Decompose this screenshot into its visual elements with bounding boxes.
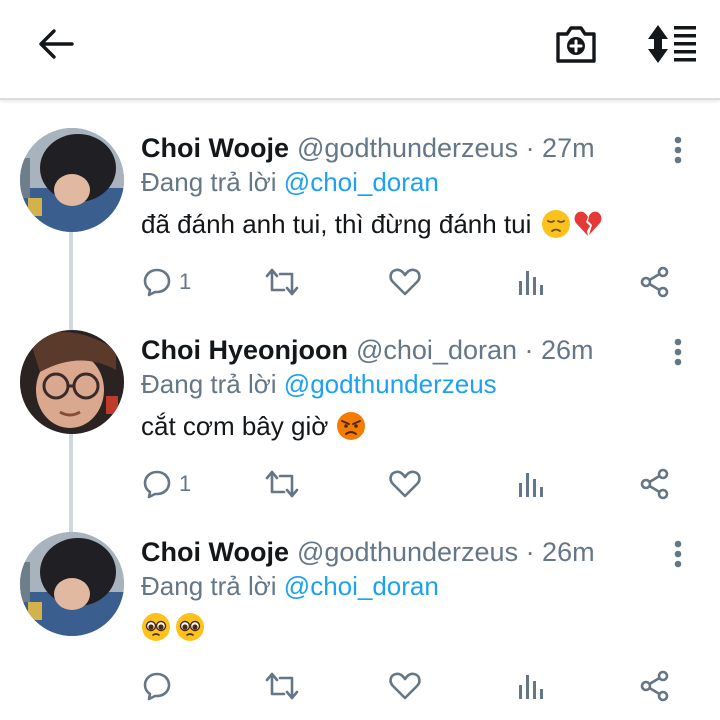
more-options-button[interactable] [668, 336, 688, 368]
more-options-button[interactable] [668, 134, 688, 166]
like-button[interactable] [389, 666, 421, 706]
share-button[interactable] [639, 666, 671, 706]
tweet-text: đã đánh anh tui, thì đừng đánh tui [141, 208, 603, 240]
reply-button[interactable] [141, 666, 173, 706]
comment-icon [143, 268, 171, 297]
analytics-bars-icon [519, 271, 543, 295]
replying-to: Đang trả lời @choi_doran [141, 570, 439, 602]
reply-count: 1 [179, 471, 192, 496]
retweet-icon [265, 470, 299, 498]
retweet-button[interactable] [264, 262, 300, 302]
author-name[interactable]: Choi Hyeonjoon [141, 335, 348, 365]
share-icon [640, 670, 669, 702]
tweet[interactable]: Choi Wooje @godthunderzeus · 26m Đang trả… [0, 510, 720, 712]
tweet[interactable]: Choi Hyeonjoon @choi_doran · 26m Đang trả… [0, 308, 720, 510]
author-name[interactable]: Choi Wooje [141, 537, 289, 567]
replying-to-label: Đang trả lời [141, 167, 277, 197]
camera-button[interactable] [550, 20, 602, 68]
heart-icon [389, 268, 421, 296]
comment-icon [143, 672, 171, 701]
reply-button[interactable]: 1 [141, 262, 191, 302]
retweet-icon [265, 672, 299, 700]
analytics-button[interactable] [517, 262, 545, 302]
replying-to: Đang trả lời @godthunderzeus [141, 368, 497, 400]
tweet-text [141, 612, 205, 642]
heart-icon [389, 672, 421, 700]
back-button[interactable] [30, 22, 82, 66]
analytics-button[interactable] [517, 464, 545, 504]
share-icon [640, 266, 669, 298]
tweet-header: Choi Wooje @godthunderzeus · 26m [141, 536, 595, 568]
reply-mention-link[interactable]: @choi_doran [284, 167, 439, 197]
reply-mention-link[interactable]: @godthunderzeus [284, 369, 497, 399]
tweet-text-content: đã đánh anh tui, thì đừng đánh tui [141, 209, 532, 239]
author-handle-time: @godthunderzeus · 26m [297, 537, 595, 567]
replying-to: Đang trả lời @choi_doran [141, 166, 439, 198]
replying-to-label: Đang trả lời [141, 571, 277, 601]
comment-icon [143, 470, 171, 499]
share-button[interactable] [639, 464, 671, 504]
replying-to-label: Đang trả lời [141, 369, 277, 399]
tweet-actions: 1 [0, 464, 720, 504]
heart-icon [389, 470, 421, 498]
like-button[interactable] [389, 464, 421, 504]
analytics-bars-icon [519, 473, 543, 497]
like-button[interactable] [389, 262, 421, 302]
tweet-header: Choi Wooje @godthunderzeus · 27m [141, 132, 595, 164]
sort-lines-icon [648, 25, 696, 63]
share-button[interactable] [639, 262, 671, 302]
tweet-actions: 1 [0, 262, 720, 302]
more-vertical-icon [674, 338, 682, 366]
retweet-button[interactable] [264, 464, 300, 504]
tweet[interactable]: Choi Wooje @godthunderzeus · 27m Đang trả… [0, 106, 720, 308]
camera-plus-icon [556, 26, 596, 63]
more-options-button[interactable] [668, 538, 688, 570]
pensive-face-emoji [542, 210, 571, 238]
reply-mention-link[interactable]: @choi_doran [284, 571, 439, 601]
reply-count: 1 [179, 269, 192, 294]
retweet-icon [265, 268, 299, 296]
author-name[interactable]: Choi Wooje [141, 133, 289, 163]
arrow-left-icon [39, 29, 74, 59]
sort-button[interactable] [642, 20, 702, 68]
more-vertical-icon [674, 136, 682, 164]
broken-heart-emoji [574, 211, 602, 236]
pleading-face-emoji [142, 613, 170, 641]
tweet-header: Choi Hyeonjoon @choi_doran · 26m [141, 334, 594, 366]
tweet-text: cắt cơm bây giờ [141, 410, 366, 442]
angry-face-emoji [337, 412, 366, 440]
pleading-face-emoji [176, 613, 204, 641]
top-app-bar [0, 0, 720, 100]
tweet-text-content: cắt cơm bây giờ [141, 411, 329, 441]
retweet-button[interactable] [264, 666, 300, 706]
avatar[interactable] [20, 330, 124, 434]
tweet-actions [0, 666, 720, 706]
reply-button[interactable]: 1 [141, 464, 191, 504]
analytics-bars-icon [519, 675, 543, 699]
analytics-button[interactable] [517, 666, 545, 706]
author-handle-time: @godthunderzeus · 27m [297, 133, 595, 163]
more-vertical-icon [674, 540, 682, 568]
author-handle-time: @choi_doran · 26m [355, 335, 594, 365]
avatar[interactable] [20, 532, 124, 636]
avatar[interactable] [20, 128, 124, 232]
share-icon [640, 468, 669, 500]
